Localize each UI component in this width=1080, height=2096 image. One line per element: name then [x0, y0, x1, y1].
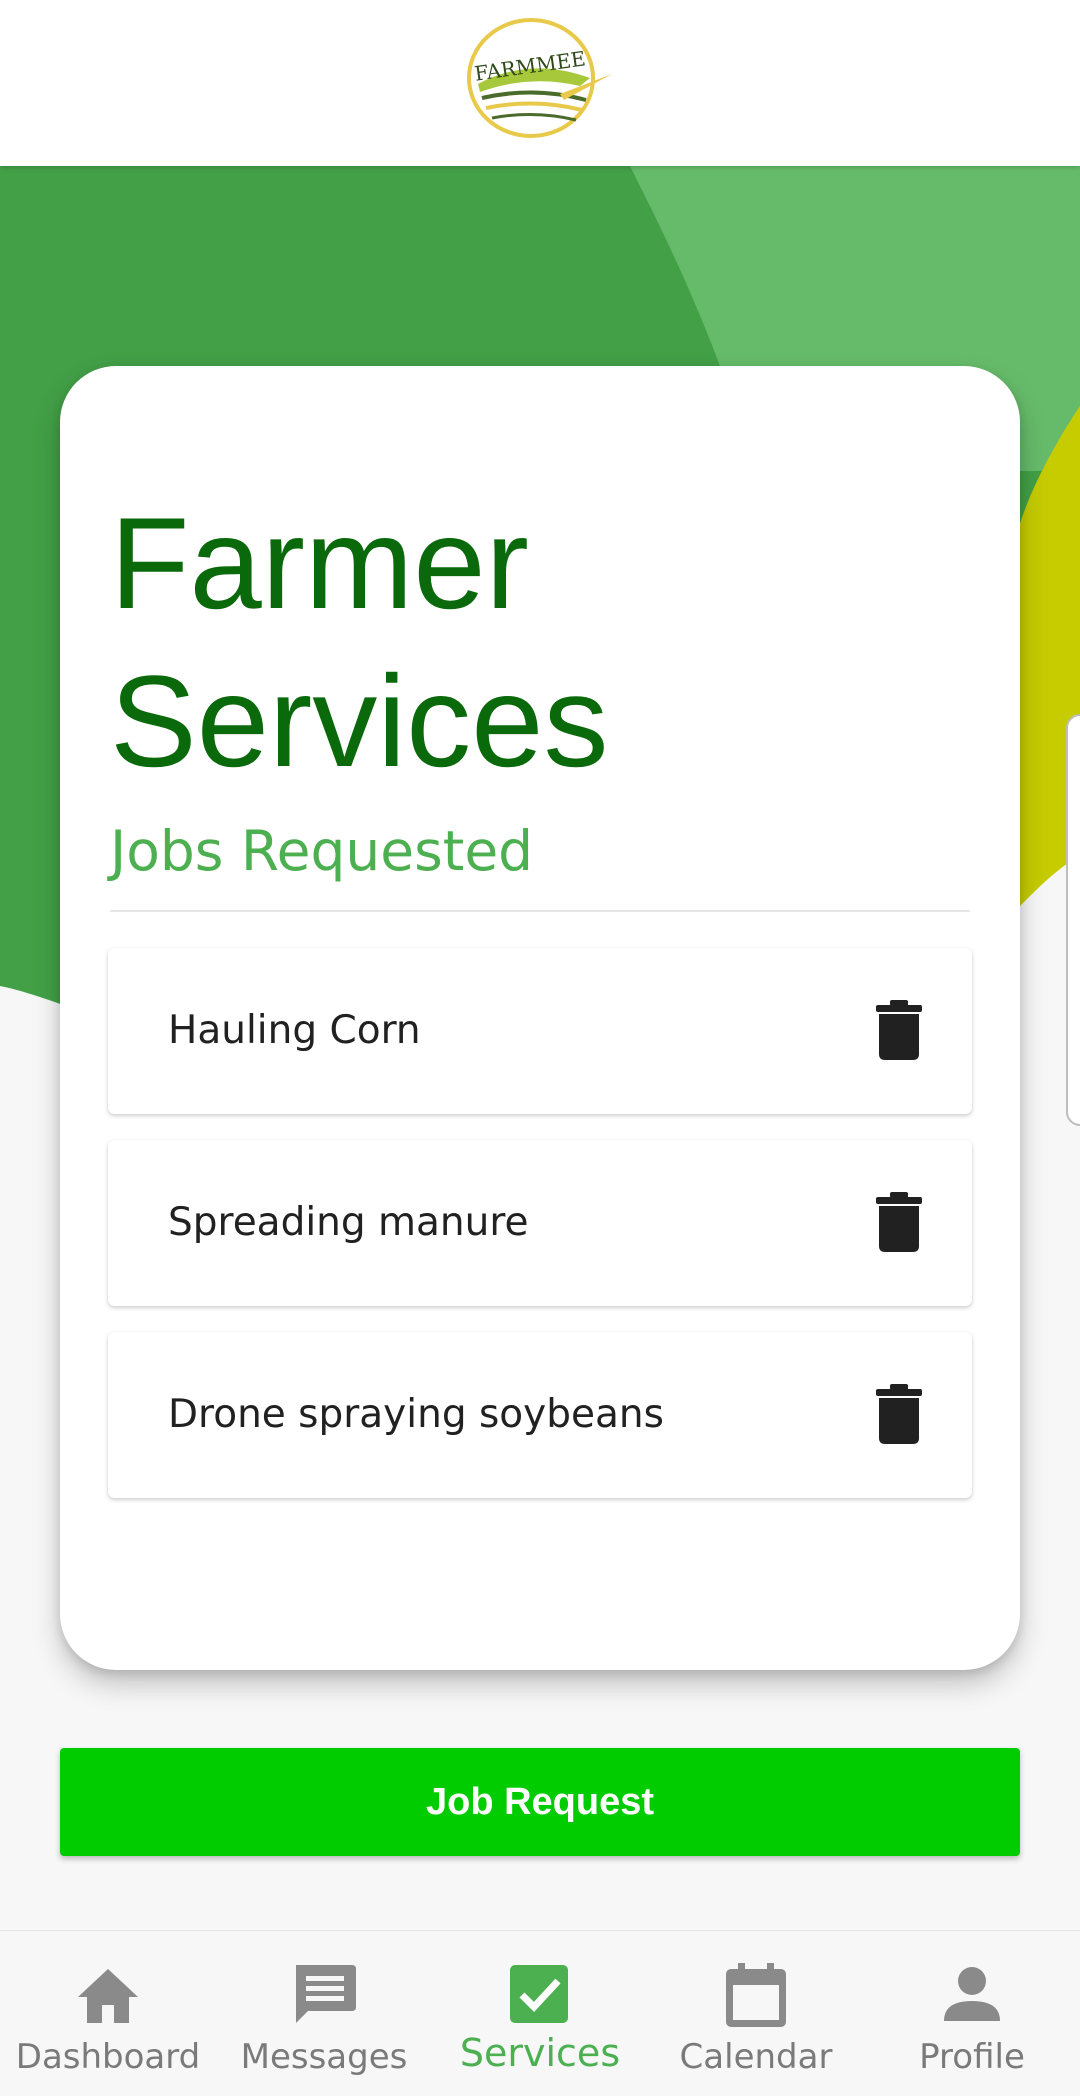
bottom-nav: Dashboard Messages Services Calendar Pro…	[0, 1930, 1080, 2096]
job-item[interactable]: Drone spraying soybeans	[108, 1332, 972, 1498]
job-label: Spreading manure	[168, 1200, 529, 1245]
farmmee-logo: FARMMEE	[467, 18, 612, 138]
job-item[interactable]: Spreading manure	[108, 1140, 972, 1306]
nav-item-profile[interactable]: Profile	[864, 1931, 1080, 2096]
nav-label: Services	[459, 2031, 621, 2075]
divider	[110, 910, 970, 912]
nav-label: Messages	[240, 2037, 408, 2077]
nav-item-services[interactable]: Services	[432, 1931, 648, 2096]
nav-item-messages[interactable]: Messages	[216, 1931, 432, 2096]
nav-item-calendar[interactable]: Calendar	[648, 1931, 864, 2096]
nav-label: Dashboard	[15, 2037, 201, 2077]
page-title: Farmer Services	[110, 484, 910, 800]
trash-icon[interactable]	[876, 1000, 922, 1060]
person-icon	[944, 1967, 1000, 2021]
nav-item-dashboard[interactable]: Dashboard	[0, 1931, 216, 2096]
calendar-icon	[726, 1963, 786, 2027]
job-item[interactable]: Hauling Corn	[108, 948, 972, 1114]
home-icon	[78, 1969, 138, 2023]
trash-icon[interactable]	[876, 1192, 922, 1252]
section-subtitle: Jobs Requested	[110, 819, 534, 883]
job-label: Hauling Corn	[168, 1008, 421, 1053]
page-title-line2: Services	[110, 648, 609, 794]
message-icon	[296, 1965, 356, 2023]
job-request-button[interactable]: Job Request	[60, 1748, 1020, 1856]
trash-icon[interactable]	[876, 1384, 922, 1444]
checkbox-icon	[510, 1965, 568, 2023]
job-label: Drone spraying soybeans	[168, 1392, 664, 1437]
services-card: Farmer Services Jobs Requested Hauling C…	[60, 366, 1020, 1670]
app-header: FARMMEE	[0, 0, 1080, 166]
nav-label: Profile	[919, 2037, 1025, 2077]
side-drawer-handle[interactable]	[1066, 714, 1080, 1126]
page-title-line1: Farmer	[110, 490, 529, 636]
nav-label: Calendar	[679, 2037, 833, 2077]
